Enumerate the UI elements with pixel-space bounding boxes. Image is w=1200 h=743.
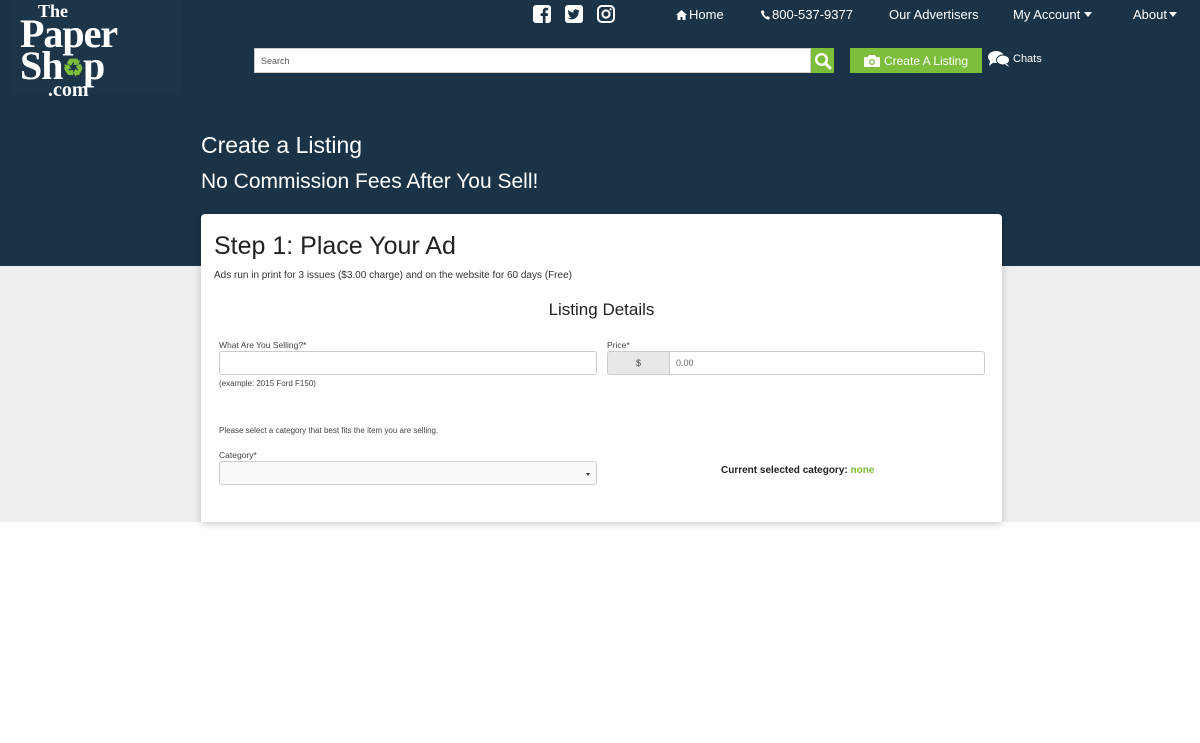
- nav-phone-label: 800-537-9377: [772, 7, 853, 22]
- nav-home-label: Home: [689, 7, 724, 22]
- nav-my-account[interactable]: My Account: [1013, 7, 1093, 22]
- selling-label: What Are You Selling?*: [219, 340, 307, 350]
- chevron-down-icon: [1084, 12, 1093, 17]
- category-select[interactable]: [219, 461, 597, 485]
- listing-form-card: Step 1: Place Your Ad Ads run in print f…: [201, 214, 1002, 522]
- camera-icon: [863, 54, 880, 67]
- section-title: Listing Details: [548, 300, 655, 319]
- create-listing-label: Create A Listing: [883, 53, 969, 68]
- phone-icon: [761, 10, 770, 20]
- nav-phone[interactable]: 800-537-9377: [761, 7, 853, 22]
- selling-hint: (example: 2015 Ford F150): [219, 379, 316, 388]
- chats-link[interactable]: Chats: [988, 50, 1042, 67]
- category-note: Please select a category that best fits …: [219, 426, 439, 435]
- nav-advertisers[interactable]: Our Advertisers: [889, 7, 979, 22]
- page-title: Create a Listing: [201, 132, 363, 158]
- search-input[interactable]: [254, 48, 811, 73]
- home-icon: [676, 10, 687, 20]
- current-category-label: Current selected category:: [721, 465, 848, 476]
- create-listing-button[interactable]: Create A Listing: [850, 48, 982, 73]
- nav-about-label: About: [1133, 7, 1167, 22]
- page-subtitle: No Commission Fees After You Sell!: [201, 170, 539, 193]
- chats-label: Chats: [1013, 52, 1042, 65]
- nav-about[interactable]: About: [1133, 7, 1177, 22]
- step-description: Ads run in print for 3 issues ($3.00 cha…: [214, 270, 572, 281]
- logo-com: .com: [48, 79, 89, 102]
- current-category-value: none: [850, 465, 875, 476]
- chat-icon: [988, 51, 1010, 67]
- current-category: Current selected category: none: [721, 465, 874, 476]
- price-label: Price*: [607, 340, 630, 350]
- price-input[interactable]: 0.00: [670, 351, 985, 375]
- top-nav: Home 800-537-9377 Our Advertisers My Acc…: [0, 7, 1200, 23]
- chevron-down-icon: [1168, 12, 1177, 17]
- nav-my-account-label: My Account: [1013, 7, 1081, 22]
- logo-shop: Sh♻p: [20, 46, 117, 86]
- selling-input[interactable]: [219, 351, 597, 375]
- search-icon: [814, 52, 831, 69]
- step-title: Step 1: Place Your Ad: [214, 232, 456, 260]
- category-label: Category*: [219, 450, 257, 460]
- chevron-down-icon: [586, 473, 590, 476]
- price-currency-addon: $: [607, 351, 670, 375]
- search-button[interactable]: [811, 48, 834, 73]
- price-placeholder: 0.00: [676, 358, 694, 368]
- nav-home[interactable]: Home: [676, 7, 724, 22]
